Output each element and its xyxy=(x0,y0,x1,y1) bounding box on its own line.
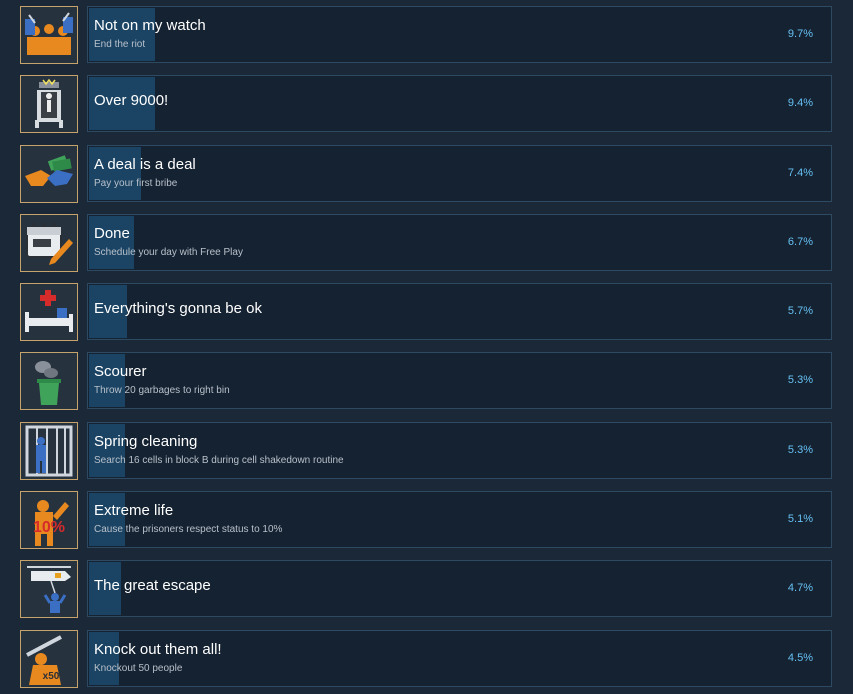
progress-bar xyxy=(89,354,125,407)
achievement-card: Not on my watch End the riot 9.7% xyxy=(87,6,832,63)
achievement-percent: 5.3% xyxy=(787,374,813,386)
icon-label-10-percent: 10% xyxy=(33,519,65,536)
achievement-title: Knock out them all! xyxy=(94,641,222,658)
achievement-row[interactable]: A deal is a deal Pay your first bribe 7.… xyxy=(20,145,832,203)
achievement-description: Knockout 50 people xyxy=(94,663,183,674)
achievement-title: Over 9000! xyxy=(94,92,169,109)
achievement-percent: 5.3% xyxy=(787,444,813,456)
achievement-card: Done Schedule your day with Free Play 6.… xyxy=(87,214,832,271)
achievement-description: Throw 20 garbages to right bin xyxy=(94,385,230,396)
achievement-title: A deal is a deal xyxy=(94,156,196,173)
achievement-percent: 4.7% xyxy=(787,582,813,594)
achievement-title: Not on my watch xyxy=(94,17,206,34)
achievement-row[interactable]: The great escape 4.7% xyxy=(20,560,832,618)
achievement-percent: 9.4% xyxy=(787,97,813,109)
achievement-row[interactable]: Over 9000! 9.4% xyxy=(20,75,832,133)
achievement-card: Everything's gonna be ok 5.7% xyxy=(87,283,832,340)
achievement-card: Scourer Throw 20 garbages to right bin 5… xyxy=(87,352,832,409)
achievement-title: Spring cleaning xyxy=(94,433,198,450)
achievement-percent: 5.1% xyxy=(787,513,813,525)
progress-bar xyxy=(89,8,155,61)
handshake-money-icon xyxy=(20,145,78,203)
achievement-title: Done xyxy=(94,225,130,242)
achievement-description: Cause the prisoners respect status to 10… xyxy=(94,524,283,535)
progress-bar xyxy=(89,147,141,200)
achievement-row[interactable]: Scourer Throw 20 garbages to right bin 5… xyxy=(20,352,832,410)
achievement-card: Spring cleaning Search 16 cells in block… xyxy=(87,422,832,479)
garbage-bin-icon xyxy=(20,352,78,410)
achievement-row[interactable]: Spring cleaning Search 16 cells in block… xyxy=(20,422,832,480)
achievement-percent: 4.5% xyxy=(787,652,813,664)
achievement-list: Not on my watch End the riot 9.7% Over 9… xyxy=(0,0,853,694)
progress-bar xyxy=(89,632,119,685)
achievement-description: Schedule your day with Free Play xyxy=(94,247,243,258)
achievement-row[interactable]: x50 Knock out them all! Knockout 50 peop… xyxy=(20,630,832,688)
achievement-row[interactable]: 10% Extreme life Cause the prisoners res… xyxy=(20,491,832,549)
achievement-title: Everything's gonna be ok xyxy=(94,300,262,317)
achievement-card: The great escape 4.7% xyxy=(87,560,832,617)
achievement-card: Over 9000! 9.4% xyxy=(87,75,832,132)
achievement-title: Extreme life xyxy=(94,502,174,519)
progress-bar xyxy=(89,216,134,269)
hospital-bed-icon xyxy=(20,283,78,341)
progress-bar xyxy=(89,424,125,477)
achievement-description: End the riot xyxy=(94,39,146,50)
achievement-title: Scourer xyxy=(94,363,147,380)
prisoner-10-percent-icon: 10% xyxy=(20,491,78,549)
achievement-percent: 7.4% xyxy=(787,167,813,179)
icon-label-x50: x50 xyxy=(43,671,60,682)
achievement-percent: 6.7% xyxy=(787,236,813,248)
achievement-percent: 5.7% xyxy=(787,305,813,317)
achievement-row[interactable]: Everything's gonna be ok 5.7% xyxy=(20,283,832,341)
achievement-percent: 9.7% xyxy=(787,28,813,40)
helicopter-escape-icon xyxy=(20,560,78,618)
achievement-title: The great escape xyxy=(94,577,211,594)
prison-cell-icon xyxy=(20,422,78,480)
achievement-description: Pay your first bribe xyxy=(94,178,178,189)
achievement-card: Extreme life Cause the prisoners respect… xyxy=(87,491,832,548)
achievement-card: Knock out them all! Knockout 50 people 4… xyxy=(87,630,832,687)
achievement-row[interactable]: Not on my watch End the riot 9.7% xyxy=(20,6,832,64)
achievement-row[interactable]: Done Schedule your day with Free Play 6.… xyxy=(20,214,832,272)
progress-bar xyxy=(89,493,125,546)
achievement-description: Search 16 cells in block B during cell s… xyxy=(94,455,344,466)
electric-chair-icon xyxy=(20,75,78,133)
calendar-pencil-icon xyxy=(20,214,78,272)
riot-guards-icon xyxy=(20,6,78,64)
knockout-x50-icon: x50 xyxy=(20,630,78,688)
achievement-card: A deal is a deal Pay your first bribe 7.… xyxy=(87,145,832,202)
